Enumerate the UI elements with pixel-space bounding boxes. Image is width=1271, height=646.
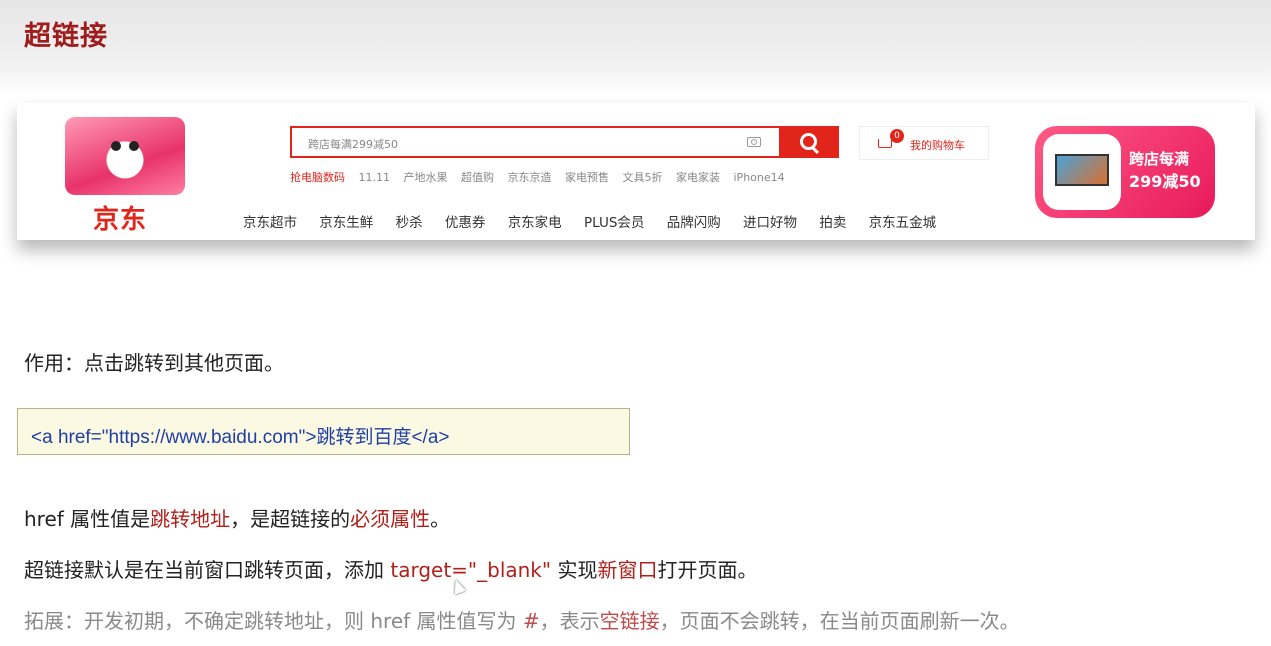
category-nav: 京东超市 京东生鲜 秒杀 优惠券 京东家电 PLUS会员 品牌闪购 进口好物 拍… — [243, 211, 954, 231]
jd-logo[interactable]: 京东 — [65, 117, 185, 235]
hotword-link[interactable]: 11.11 — [359, 171, 391, 184]
jd-mascot-image — [65, 117, 185, 195]
jd-header-screenshot: 京东 跨店每满299减50 抢电脑数码 11.11 产地水果 超值购 京东京造 … — [17, 103, 1255, 240]
slide-title: 超链接 — [24, 21, 108, 52]
nav-item[interactable]: 京东生鲜 — [319, 215, 373, 231]
highlight-text: 新窗口 — [597, 558, 658, 582]
nav-item[interactable]: 进口好物 — [743, 215, 797, 231]
search-input[interactable]: 跨店每满299减50 — [290, 126, 779, 158]
nav-item[interactable]: 京东家电 — [508, 215, 562, 231]
highlight-text: 必须属性 — [350, 507, 431, 531]
code-example-box: <a href="https://www.baidu.com">跳转到百度</a… — [17, 408, 630, 455]
nav-item[interactable]: 拍卖 — [819, 215, 846, 231]
highlight-text: 空链接 — [599, 609, 660, 633]
extension-note: 拓展：开发初期，不确定跳转地址，则 href 属性值写为 #，表示空链接，页面不… — [24, 605, 1020, 634]
jd-logo-text: 京东 — [93, 205, 148, 235]
cart-button[interactable]: 0 我的购物车 — [859, 126, 989, 160]
code-example: <a href="https://www.baidu.com">跳转到百度</a… — [31, 427, 450, 448]
hotwords-list: 抢电脑数码 11.11 产地水果 超值购 京东京造 家电预售 文具5折 家电家装… — [290, 169, 795, 185]
hotword-link[interactable]: 文具5折 — [623, 171, 663, 184]
highlight-text: target="_blank" — [390, 558, 552, 582]
text-segment: ，是超链接的 — [230, 507, 351, 531]
text-segment: 实现 — [551, 558, 598, 582]
text-segment: 打开页面。 — [657, 558, 758, 582]
href-description: href 属性值是跳转地址，是超链接的必须属性。 — [24, 503, 450, 532]
search-icon — [800, 133, 817, 150]
text-segment: ，页面不会跳转，在当前页面刷新一次。 — [659, 609, 1020, 633]
text-segment: 拓展：开发初期，不确定跳转地址，则 href 属性值写为 — [24, 609, 523, 633]
promo-line1: 跨店每满 — [1129, 150, 1190, 168]
hotword-link[interactable]: 京东京造 — [508, 171, 552, 184]
cart-count-badge: 0 — [890, 129, 904, 143]
text-segment: href 属性值是 — [24, 507, 151, 531]
hotword-link[interactable]: 抢电脑数码 — [290, 171, 345, 184]
purpose-text: 作用：点击跳转到其他页面。 — [24, 351, 284, 375]
nav-item[interactable]: PLUS会员 — [584, 215, 644, 231]
highlight-text: 跳转地址 — [150, 507, 231, 531]
nav-item[interactable]: 京东五金城 — [869, 215, 937, 231]
text-segment: ，表示 — [539, 609, 600, 633]
hotword-link[interactable]: 产地水果 — [404, 171, 448, 184]
nav-item[interactable]: 品牌闪购 — [667, 215, 721, 231]
promo-line2: 299减50 — [1129, 172, 1201, 191]
text-segment: 。 — [430, 507, 451, 531]
hotword-link[interactable]: 超值购 — [461, 171, 494, 184]
search-placeholder: 跨店每满299减50 — [308, 138, 398, 151]
text-segment: 超链接默认是在当前窗口跳转页面，添加 — [24, 558, 391, 582]
promo-banner[interactable]: 跨店每满 299减50 — [1035, 126, 1215, 218]
camera-icon[interactable] — [747, 137, 761, 147]
search-button[interactable] — [779, 126, 839, 158]
cart-icon — [878, 139, 892, 148]
target-description: 超链接默认是在当前窗口跳转页面，添加 target="_blank" 实现新窗口… — [24, 554, 757, 583]
tv-image — [1055, 154, 1109, 186]
hotword-link[interactable]: 家电家装 — [676, 171, 720, 184]
cart-label: 我的购物车 — [910, 139, 965, 152]
nav-item[interactable]: 秒杀 — [396, 215, 423, 231]
hotword-link[interactable]: iPhone14 — [734, 171, 785, 184]
nav-item[interactable]: 优惠券 — [445, 215, 486, 231]
promo-image-frame — [1043, 134, 1121, 210]
nav-item[interactable]: 京东超市 — [243, 215, 297, 231]
hotword-link[interactable]: 家电预售 — [565, 171, 609, 184]
highlight-text: # — [522, 609, 540, 633]
